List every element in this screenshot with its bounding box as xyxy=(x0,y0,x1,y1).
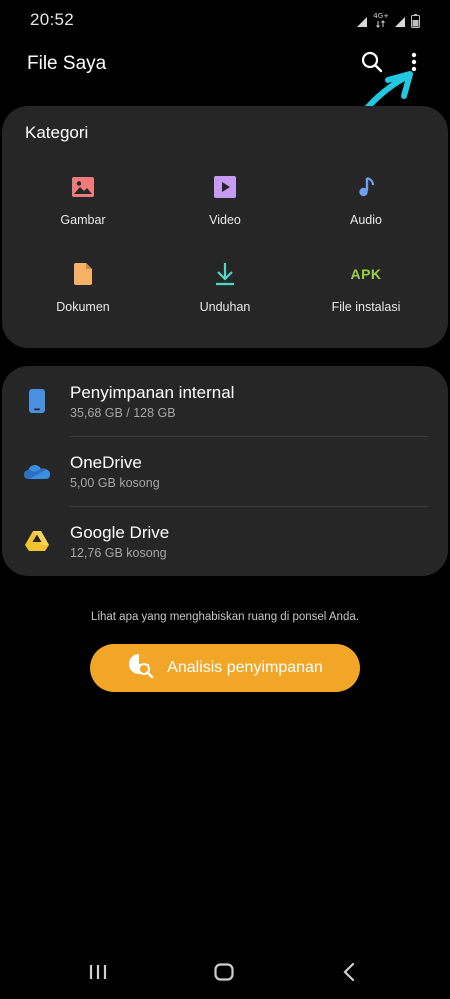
status-icons: 4G+ xyxy=(356,12,420,28)
status-time: 20:52 xyxy=(30,10,75,29)
video-icon xyxy=(212,174,238,200)
back-button[interactable] xyxy=(329,960,369,988)
storage-detail: 5,00 GB kosong xyxy=(70,476,160,490)
battery-icon xyxy=(411,14,420,28)
signal-icon xyxy=(394,16,406,28)
google-drive-icon xyxy=(22,528,52,554)
apk-icon: APK xyxy=(346,261,386,287)
audio-icon xyxy=(353,174,379,200)
recent-apps-icon xyxy=(89,964,107,985)
status-bar: 20:52 4G+ xyxy=(0,0,450,40)
home-icon xyxy=(214,962,234,986)
category-install-files[interactable]: APK File instalasi xyxy=(296,261,436,333)
analyze-storage-label: Analisis penyimpanan xyxy=(167,659,323,676)
category-images[interactable]: Gambar xyxy=(13,174,153,246)
home-button[interactable] xyxy=(204,960,244,988)
network-4g-icon: 4G+ xyxy=(373,13,389,28)
category-downloads[interactable]: Unduhan xyxy=(155,261,295,333)
recent-apps-button[interactable] xyxy=(78,960,118,988)
category-label: Gambar xyxy=(60,213,106,227)
storage-detail: 35,68 GB / 128 GB xyxy=(70,406,176,420)
storage-name: Google Drive xyxy=(70,523,170,542)
onedrive-icon xyxy=(22,458,52,484)
storage-detail: 12,76 GB kosong xyxy=(70,546,167,560)
category-documents[interactable]: Dokumen xyxy=(13,261,153,333)
apk-icon-text: APK xyxy=(350,266,382,282)
category-label: Video xyxy=(209,213,241,227)
storage-item-google-drive[interactable]: Google Drive 12,76 GB kosong xyxy=(2,506,448,576)
image-icon xyxy=(70,174,96,200)
category-label: Unduhan xyxy=(199,300,251,314)
signal-icon xyxy=(356,16,368,28)
storage-analysis-icon xyxy=(127,652,155,685)
system-nav-bar xyxy=(0,950,450,999)
storage-name: OneDrive xyxy=(70,453,142,472)
storage-item-onedrive[interactable]: OneDrive 5,00 GB kosong xyxy=(2,436,448,506)
file-manager-screen: 20:52 4G+ File Saya Kategori Gambar Vide… xyxy=(0,0,450,999)
category-label: File instalasi xyxy=(331,300,401,314)
category-video[interactable]: Video xyxy=(155,174,295,246)
download-icon xyxy=(212,261,238,287)
storage-name: Penyimpanan internal xyxy=(70,383,235,402)
category-title: Kategori xyxy=(25,123,89,142)
phone-icon xyxy=(22,388,52,414)
category-label: Audio xyxy=(350,213,382,227)
storage-item-internal[interactable]: Penyimpanan internal 35,68 GB / 128 GB xyxy=(2,366,448,436)
document-icon xyxy=(70,261,96,287)
category-label: Dokumen xyxy=(56,300,110,314)
network-label: 4G+ xyxy=(373,12,389,20)
category-audio[interactable]: Audio xyxy=(296,174,436,246)
storage-hint-text: Lihat apa yang menghabiskan ruang di pon… xyxy=(91,611,359,623)
page-title: File Saya xyxy=(27,53,107,74)
back-icon xyxy=(343,962,355,986)
analyze-storage-button[interactable]: Analisis penyimpanan xyxy=(90,644,360,692)
